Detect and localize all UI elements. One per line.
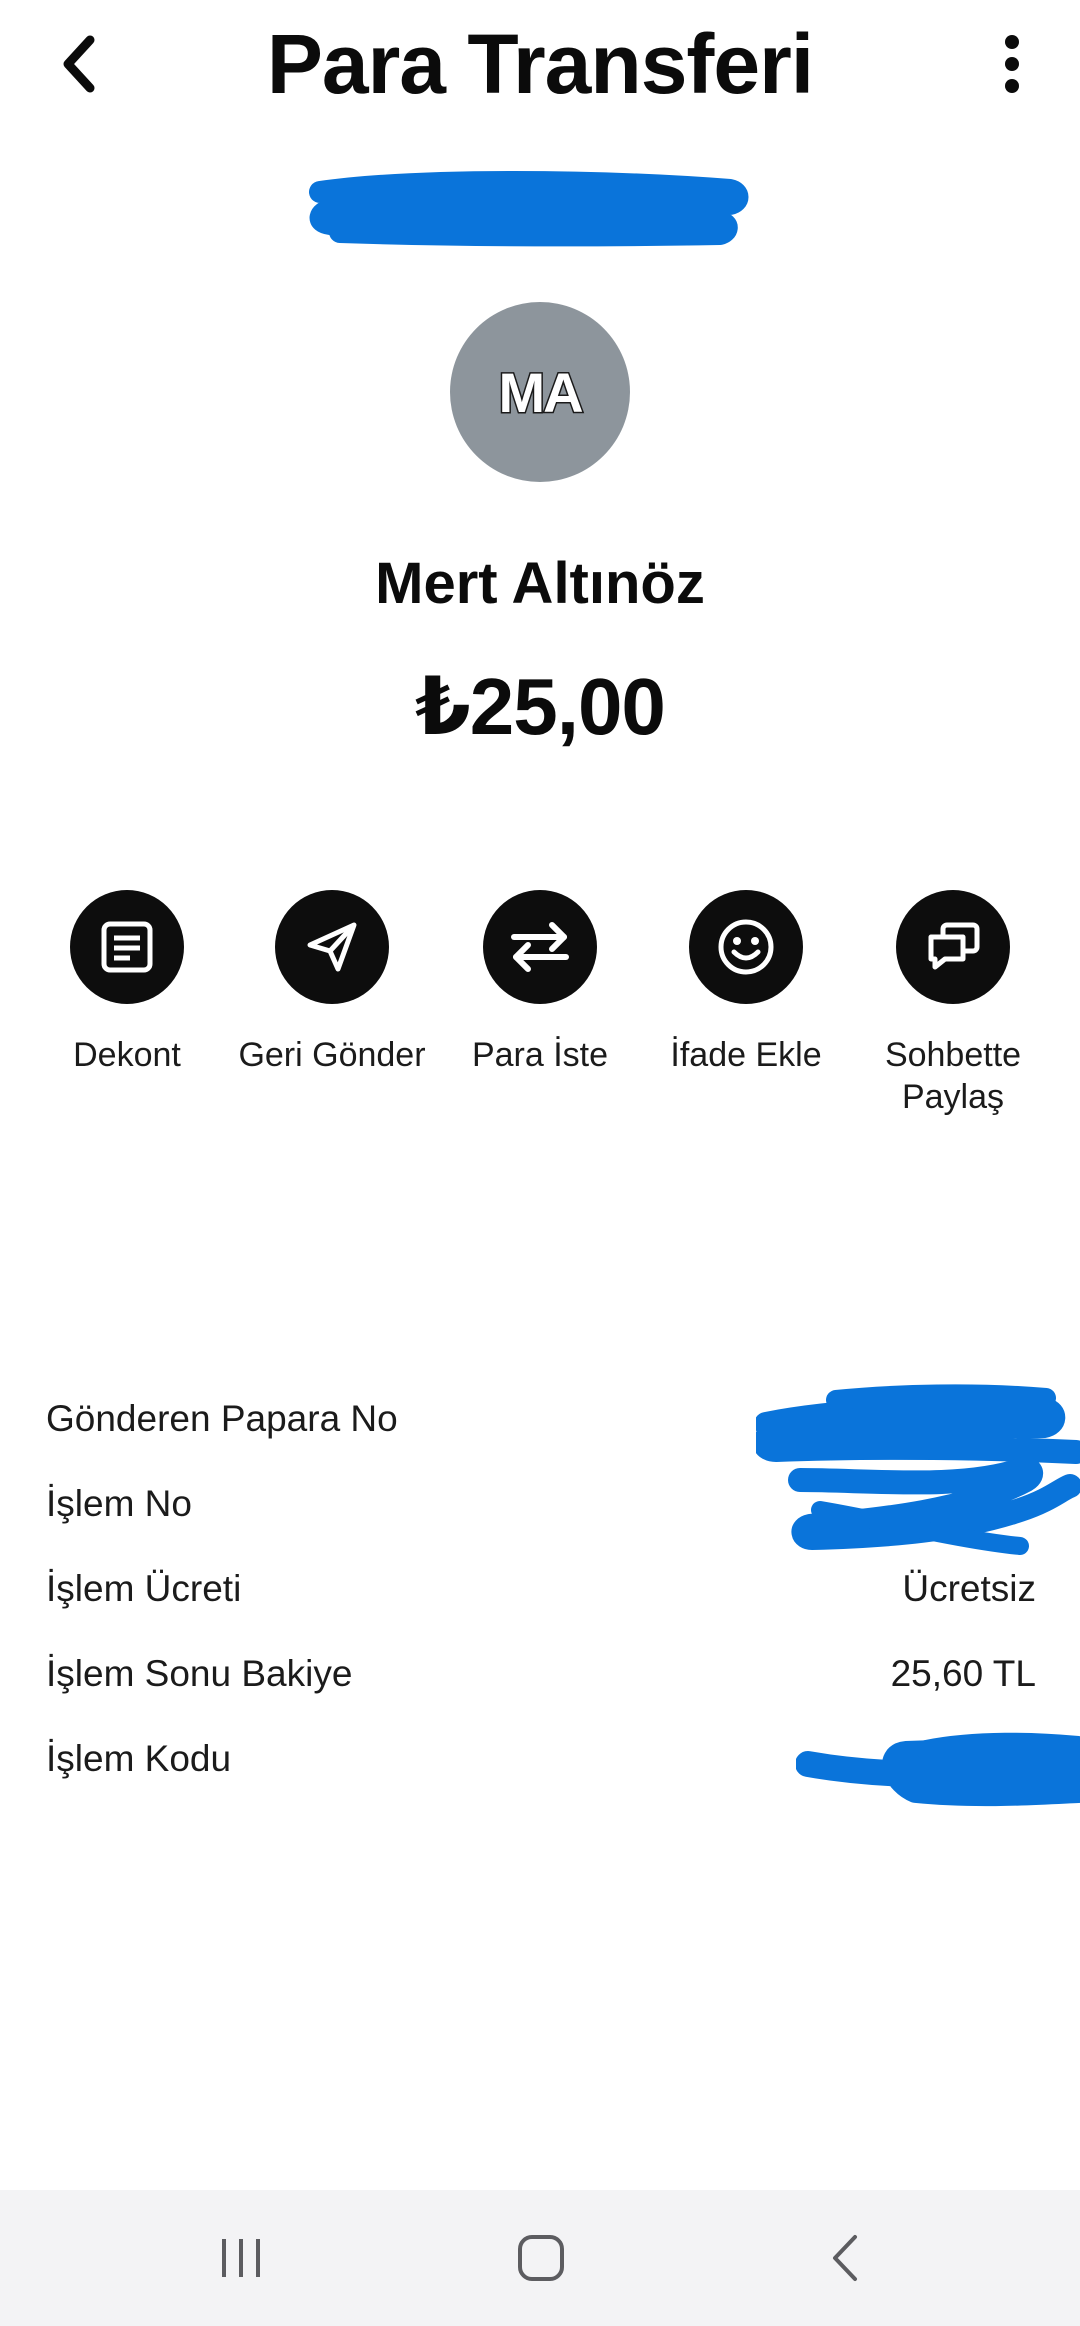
send-icon bbox=[307, 922, 357, 972]
send-again-action-label: Geri Gönder bbox=[238, 1036, 426, 1074]
send-again-action[interactable]: Geri Gönder bbox=[232, 890, 432, 1076]
more-vertical-icon bbox=[1005, 35, 1019, 93]
back-icon bbox=[833, 2235, 857, 2281]
detail-label: İşlem Sonu Bakiye bbox=[46, 1653, 353, 1694]
share-in-chat-action-circle bbox=[896, 890, 1010, 1004]
receipt-action-label: Dekont bbox=[73, 1036, 181, 1074]
detail-label: Gönderen Papara No bbox=[46, 1398, 398, 1439]
swap-arrows-icon bbox=[511, 922, 569, 972]
detail-label: İşlem Kodu bbox=[46, 1738, 232, 1779]
receipt-icon bbox=[101, 921, 153, 973]
header: Para Transferi bbox=[0, 0, 1080, 140]
chat-bubbles-icon bbox=[928, 922, 980, 970]
home-icon bbox=[518, 2235, 564, 2281]
detail-value: 25,60 TL bbox=[890, 1653, 1036, 1694]
avatar-initials: MA bbox=[497, 359, 585, 425]
recipient-name: Mert Altınöz bbox=[375, 551, 705, 616]
request-money-action[interactable]: Para İste bbox=[440, 890, 640, 1076]
page-title: Para Transferi bbox=[266, 17, 814, 111]
share-in-chat-action[interactable]: Sohbette Paylaş bbox=[853, 890, 1053, 1118]
redaction-scribble bbox=[309, 171, 749, 247]
redaction-scribble bbox=[796, 1732, 1080, 1807]
recents-icon bbox=[222, 2239, 260, 2277]
smiley-icon bbox=[718, 919, 774, 975]
system-navigation-bar bbox=[0, 2190, 1080, 2326]
request-money-action-circle bbox=[483, 890, 597, 1004]
add-reaction-action[interactable]: İfade Ekle bbox=[646, 890, 846, 1076]
add-reaction-action-circle bbox=[689, 890, 803, 1004]
redaction-scribble bbox=[788, 1457, 1080, 1555]
receipt-action[interactable]: Dekont bbox=[27, 890, 227, 1076]
system-back-button[interactable] bbox=[800, 2228, 890, 2288]
home-button[interactable] bbox=[496, 2228, 586, 2288]
action-row: Dekont Geri Gönder Para İste İfade Ekle … bbox=[0, 890, 1080, 1130]
detail-value: Ücretsiz bbox=[902, 1568, 1036, 1609]
more-options-button[interactable] bbox=[984, 28, 1040, 100]
transfer-amount: ₺25,00 bbox=[415, 662, 666, 751]
receipt-action-circle bbox=[70, 890, 184, 1004]
detail-label: İşlem Ücreti bbox=[46, 1568, 242, 1609]
share-in-chat-action-label: Sohbette Paylaş bbox=[884, 1036, 1022, 1116]
detail-label: İşlem No bbox=[46, 1483, 192, 1524]
detail-row-fee: İşlem Ücreti Ücretsiz bbox=[46, 1568, 1036, 1653]
recents-button[interactable] bbox=[196, 2228, 286, 2288]
send-again-action-circle bbox=[275, 890, 389, 1004]
add-reaction-action-label: İfade Ekle bbox=[670, 1036, 822, 1074]
avatar: MA bbox=[450, 302, 630, 482]
request-money-action-label: Para İste bbox=[471, 1036, 609, 1074]
